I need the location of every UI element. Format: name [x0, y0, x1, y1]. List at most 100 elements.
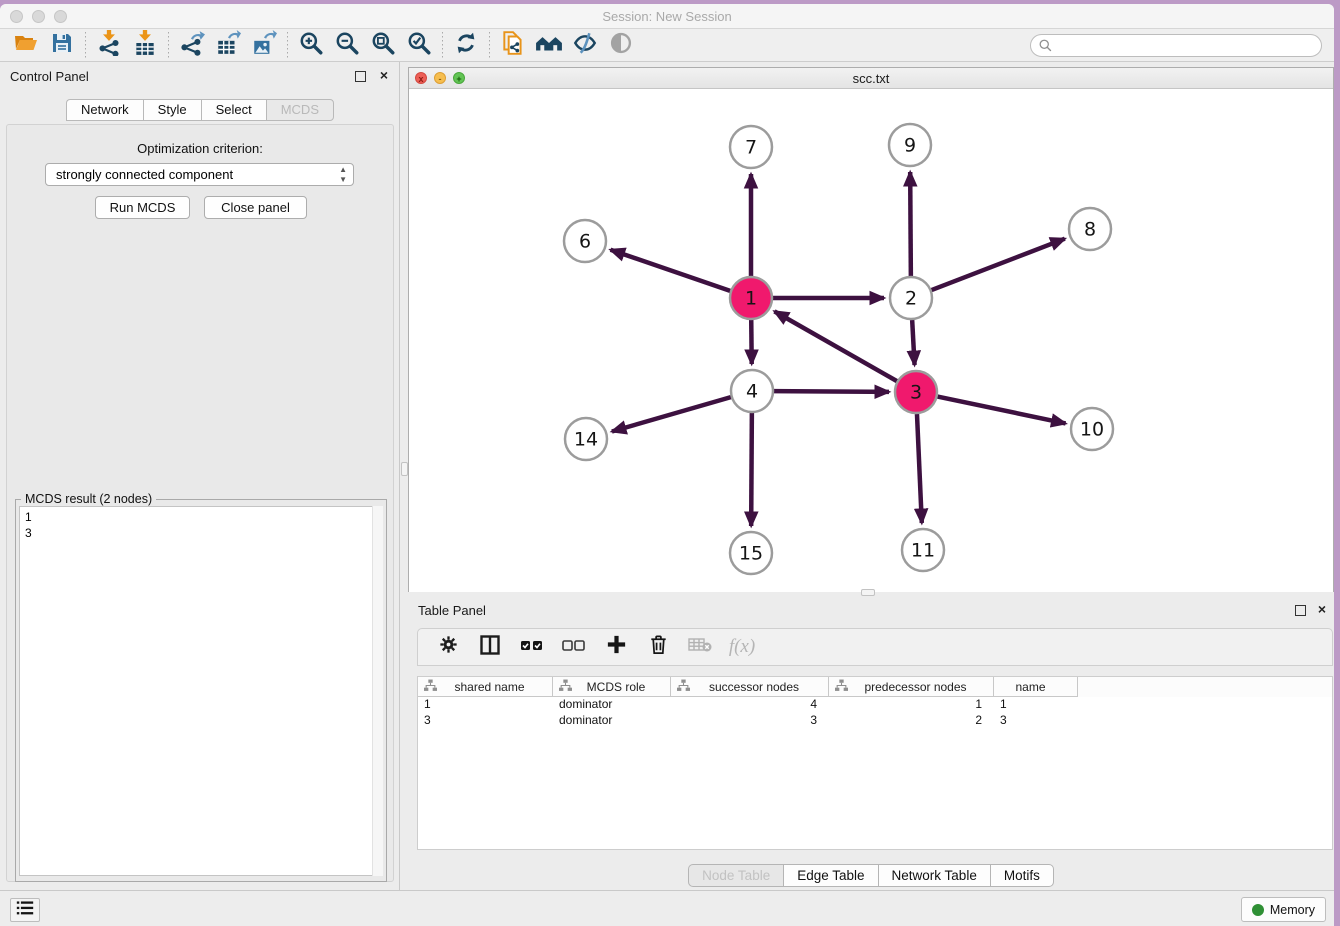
close-table-panel-icon[interactable]: × [1318, 601, 1326, 617]
result-scrollbar[interactable] [372, 506, 383, 876]
cell-predecessor-nodes: 1 [829, 697, 994, 713]
import-network-icon [96, 30, 122, 61]
graph-node-4[interactable]: 4 [731, 370, 773, 412]
memory-button[interactable]: Memory [1241, 897, 1326, 922]
titlebar: Session: New Session [0, 4, 1334, 29]
graph-node-8[interactable]: 8 [1069, 208, 1111, 250]
cell-name: 3 [994, 713, 1078, 729]
graph-node-1[interactable]: 1 [730, 277, 772, 319]
task-history-button[interactable] [10, 898, 40, 922]
select-spinner-icon: ▲▼ [339, 165, 347, 185]
tab-style[interactable]: Style [143, 99, 201, 121]
tab-motifs[interactable]: Motifs [990, 864, 1054, 887]
graph-edge-4-14[interactable] [612, 397, 731, 431]
import-network-button[interactable] [91, 30, 127, 60]
column-header-shared-name[interactable]: shared name [418, 677, 553, 697]
zoom-in-button[interactable] [293, 30, 329, 60]
criterion-select[interactable]: strongly connected component ▲▼ [45, 163, 354, 186]
graph-node-9[interactable]: 9 [889, 124, 931, 166]
tab-network-table[interactable]: Network Table [878, 864, 990, 887]
app-window: Session: New Session [0, 4, 1334, 926]
save-session-button[interactable] [44, 30, 80, 60]
column-header-predecessor-nodes[interactable]: predecessor nodes [829, 677, 994, 697]
graph-edge-4-3[interactable] [774, 391, 889, 392]
network-graph[interactable]: 7 9 6 8 1 2 4 3 14 10 15 11 [409, 89, 1333, 592]
splitter-handle-horizontal[interactable] [861, 589, 875, 596]
graph-node-15[interactable]: 15 [730, 532, 772, 574]
graphics-details-button[interactable] [567, 30, 603, 60]
tab-node-table[interactable]: Node Table [688, 864, 783, 887]
graph-node-7[interactable]: 7 [730, 126, 772, 168]
function-builder-button[interactable]: f(x) [728, 632, 756, 662]
table-row[interactable]: 3 dominator 3 2 3 [418, 713, 1332, 729]
delete-table-button[interactable] [686, 632, 714, 662]
home-layout-button[interactable] [531, 30, 567, 60]
float-panel-icon[interactable] [355, 71, 366, 82]
export-table-button[interactable] [210, 30, 246, 60]
eye-toggle-button[interactable] [603, 30, 639, 60]
delete-row-button[interactable] [644, 632, 672, 662]
graph-node-14[interactable]: 14 [565, 418, 607, 460]
table-settings-button[interactable] [434, 632, 462, 662]
graph-node-6[interactable]: 6 [564, 220, 606, 262]
add-column-button[interactable] [602, 632, 630, 662]
zoom-fit-button[interactable] [365, 30, 401, 60]
refresh-layout-button[interactable] [448, 30, 484, 60]
tab-mcds[interactable]: MCDS [266, 99, 334, 121]
trash-icon [647, 633, 670, 661]
open-file-button[interactable] [8, 30, 44, 60]
plus-icon [605, 633, 628, 661]
zoom-selected-button[interactable] [401, 30, 437, 60]
graph-edge-3-1[interactable] [774, 311, 896, 381]
splitter-handle[interactable] [401, 462, 408, 476]
import-table-icon [132, 30, 158, 61]
run-mcds-button[interactable]: Run MCDS [95, 196, 190, 219]
graph-node-3[interactable]: 3 [895, 371, 937, 413]
graph-node-11[interactable]: 11 [902, 529, 944, 571]
graph-edge-3-11[interactable] [917, 414, 922, 523]
graph-edge-2-3[interactable] [912, 320, 914, 365]
show-columns-button[interactable] [476, 632, 504, 662]
close-panel-icon[interactable]: × [380, 67, 388, 83]
table-panel-tabs: Node Table Edge Table Network Table Moti… [408, 864, 1334, 887]
close-panel-button[interactable]: Close panel [204, 196, 307, 219]
tab-edge-table[interactable]: Edge Table [783, 864, 877, 887]
graph-edge-3-10[interactable] [938, 397, 1066, 424]
cell-successor-nodes: 4 [671, 697, 829, 713]
import-table-button[interactable] [127, 30, 163, 60]
control-panel-header: Control Panel × [0, 62, 400, 92]
graph-edge-2-8[interactable] [932, 239, 1065, 290]
deselect-all-button[interactable] [560, 632, 588, 662]
column-header-name[interactable]: name [994, 677, 1078, 697]
hierarchy-icon [559, 679, 572, 695]
float-table-panel-icon[interactable] [1295, 605, 1306, 616]
memory-status-icon [1252, 904, 1264, 916]
table-row[interactable]: 1 dominator 4 1 1 [418, 697, 1332, 713]
graph-edge-4-15[interactable] [751, 413, 752, 526]
control-panel-title: Control Panel [10, 69, 89, 84]
cell-shared-name: 1 [418, 697, 553, 713]
clone-network-button[interactable] [495, 30, 531, 60]
tab-network[interactable]: Network [66, 99, 143, 121]
network-canvas[interactable]: 7 9 6 8 1 2 4 3 14 10 15 11 [409, 89, 1333, 592]
graph-node-10[interactable]: 10 [1071, 408, 1113, 450]
column-header-mcds-role[interactable]: MCDS role [553, 677, 671, 697]
tab-select[interactable]: Select [201, 99, 266, 121]
unchecked-boxes-icon [561, 634, 587, 661]
panel-splitter-vertical[interactable] [399, 62, 408, 890]
graph-edge-2-9[interactable] [910, 172, 911, 276]
toolbar-separator [85, 32, 86, 58]
zoom-out-button[interactable] [329, 30, 365, 60]
home-icon [535, 30, 563, 61]
select-all-button[interactable] [518, 632, 546, 662]
mcds-result-text[interactable]: 1 3 [19, 506, 383, 876]
network-frame-title: scc.txt [409, 68, 1333, 89]
graph-node-2[interactable]: 2 [890, 277, 932, 319]
export-image-button[interactable] [246, 30, 282, 60]
column-header-successor-nodes[interactable]: successor nodes [671, 677, 829, 697]
mcds-result-title: MCDS result (2 nodes) [21, 492, 156, 506]
export-network-button[interactable] [174, 30, 210, 60]
eye-icon [608, 30, 634, 61]
search-input[interactable] [1053, 36, 1321, 55]
graph-edge-1-6[interactable] [611, 250, 731, 291]
